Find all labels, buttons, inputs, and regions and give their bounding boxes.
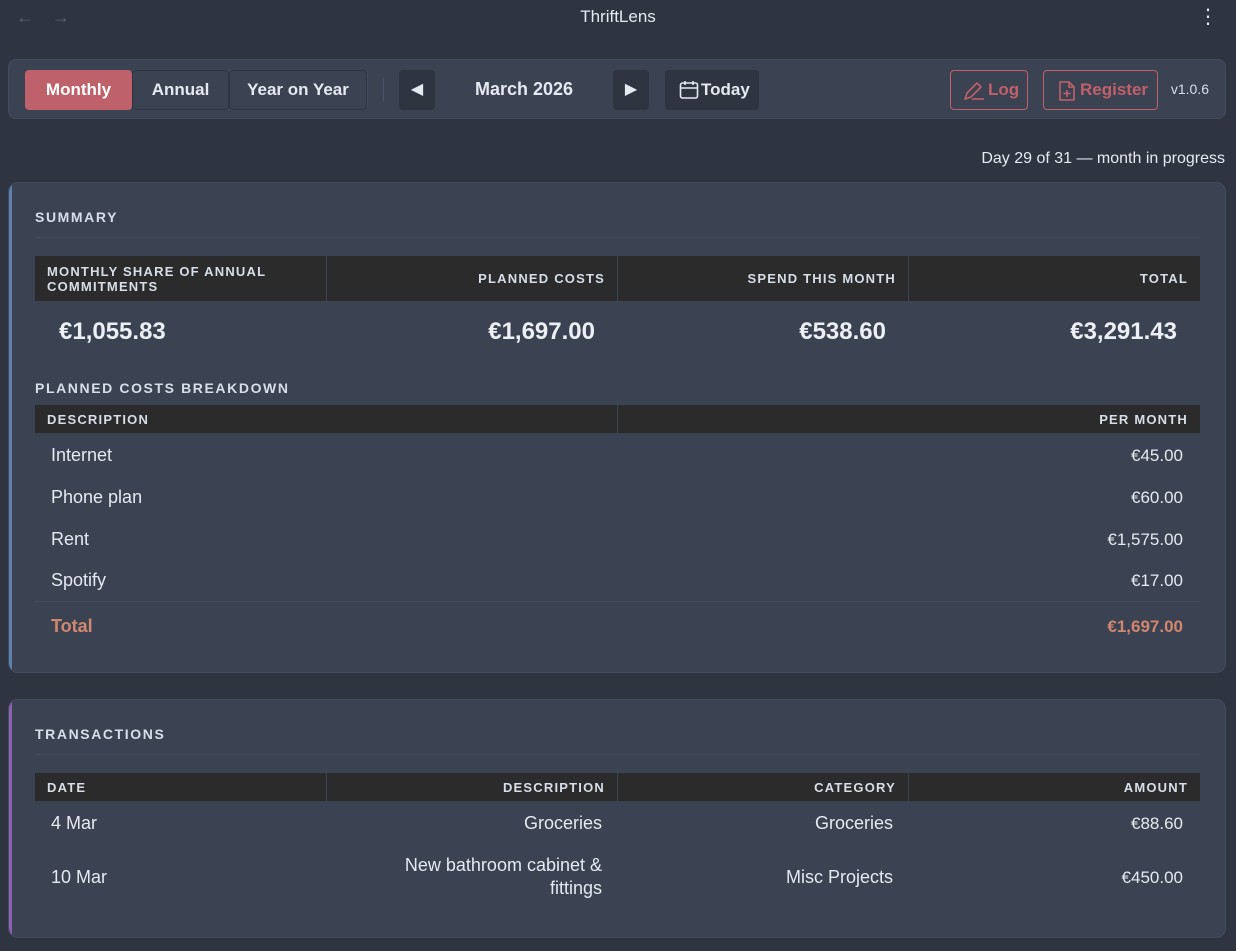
breakdown-row-amount: €1,575.00 <box>1107 530 1183 549</box>
breakdown-row-amount: €17.00 <box>1131 571 1183 590</box>
previous-period-button[interactable]: ◀ <box>399 70 435 110</box>
breakdown-row-amount: €45.00 <box>1131 446 1183 465</box>
breakdown-row-description: Rent <box>51 529 90 549</box>
transactions-divider <box>35 754 1200 755</box>
breakdown-title: PLANNED COSTS BREAKDOWN <box>35 380 290 396</box>
title-bar: ← → ThriftLens ⋮ <box>0 0 1236 36</box>
period-label: March 2026 <box>474 79 574 99</box>
log-label: Log <box>988 80 1020 99</box>
breakdown-row-description: Spotify <box>51 570 107 590</box>
triangle-right-icon: ▶ <box>624 81 638 98</box>
breakdown-total-amount: €1,697.00 <box>1107 617 1183 636</box>
summary-card: SUMMARY MONTHLY SHARE OF ANNUAL COMMITME… <box>8 182 1226 673</box>
breakdown-total-divider <box>35 601 1200 602</box>
summary-col-spend: SPEND THIS MONTH <box>617 256 908 301</box>
planned-costs-value: €1,697.00 <box>488 318 595 345</box>
transaction-date: 4 Mar <box>51 813 98 833</box>
breakdown-table-header: DESCRIPTION PER MONTH <box>35 405 1200 433</box>
summary-divider <box>35 237 1200 238</box>
breakdown-total-label: Total <box>51 616 93 636</box>
toolbar: Monthly Annual Year on Year ◀ March 2026… <box>8 59 1226 119</box>
calendar-icon <box>679 81 699 99</box>
register-button[interactable]: Register <box>1043 70 1158 110</box>
breakdown-col-per-month: PER MONTH <box>617 405 1200 433</box>
transaction-description: Groceries <box>523 813 602 833</box>
toolbar-divider <box>383 78 384 102</box>
spend-this-month-value: €538.60 <box>799 318 886 345</box>
triangle-left-icon: ◀ <box>410 81 424 98</box>
breakdown-col-description: DESCRIPTION <box>47 411 150 427</box>
summary-col-annual-share: MONTHLY SHARE OF ANNUAL COMMITMENTS <box>47 263 267 294</box>
transaction-description-line2: fittings <box>549 878 602 898</box>
tab-monthly[interactable]: Monthly <box>25 70 132 110</box>
register-label: Register <box>1080 80 1149 99</box>
transactions-col-category: CATEGORY <box>617 773 908 801</box>
summary-title: SUMMARY <box>35 209 119 225</box>
month-progress-note: Day 29 of 31 — month in progress <box>981 150 1225 167</box>
breakdown-row-amount: €60.00 <box>1131 488 1183 507</box>
transaction-amount: €450.00 <box>1121 868 1183 887</box>
transaction-date: 10 Mar <box>51 867 108 887</box>
today-label: Today <box>701 80 750 99</box>
breakdown-row-description: Phone plan <box>51 487 143 507</box>
transactions-col-date: DATE <box>47 779 87 795</box>
transaction-description-line1: New bathroom cabinet & <box>404 855 602 875</box>
transactions-accent-stripe <box>9 700 12 937</box>
tab-year-on-year[interactable]: Year on Year <box>229 70 367 110</box>
log-button[interactable]: Log <box>950 70 1028 110</box>
summary-col-total: TOTAL <box>908 256 1200 301</box>
file-plus-icon <box>1059 81 1075 101</box>
version-label: v1.0.6 <box>1170 81 1209 97</box>
transactions-col-amount: AMOUNT <box>908 773 1200 801</box>
kebab-menu-icon[interactable]: ⋮ <box>1198 6 1218 28</box>
annual-share-value: €1,055.83 <box>59 318 166 345</box>
transactions-card: TRANSACTIONS DATE DESCRIPTION CATEGORY A… <box>8 699 1226 938</box>
transaction-category: Groceries <box>814 813 893 833</box>
transaction-category: Misc Projects <box>785 867 893 887</box>
transactions-title: TRANSACTIONS <box>35 726 166 742</box>
summary-table-header: MONTHLY SHARE OF ANNUAL COMMITMENTS PLAN… <box>35 256 1200 301</box>
summary-accent-stripe <box>9 183 12 672</box>
pencil-icon <box>964 82 984 100</box>
transactions-col-description: DESCRIPTION <box>326 773 617 801</box>
next-period-button[interactable]: ▶ <box>613 70 649 110</box>
transactions-table-header: DATE DESCRIPTION CATEGORY AMOUNT <box>35 773 1200 801</box>
transaction-amount: €88.60 <box>1131 814 1183 833</box>
tab-annual[interactable]: Annual <box>132 70 229 110</box>
breakdown-row-description: Internet <box>51 445 113 465</box>
today-button[interactable]: Today <box>665 70 759 110</box>
app-title: ThriftLens <box>580 7 656 26</box>
total-value: €3,291.43 <box>1070 318 1177 345</box>
summary-col-planned: PLANNED COSTS <box>326 256 617 301</box>
